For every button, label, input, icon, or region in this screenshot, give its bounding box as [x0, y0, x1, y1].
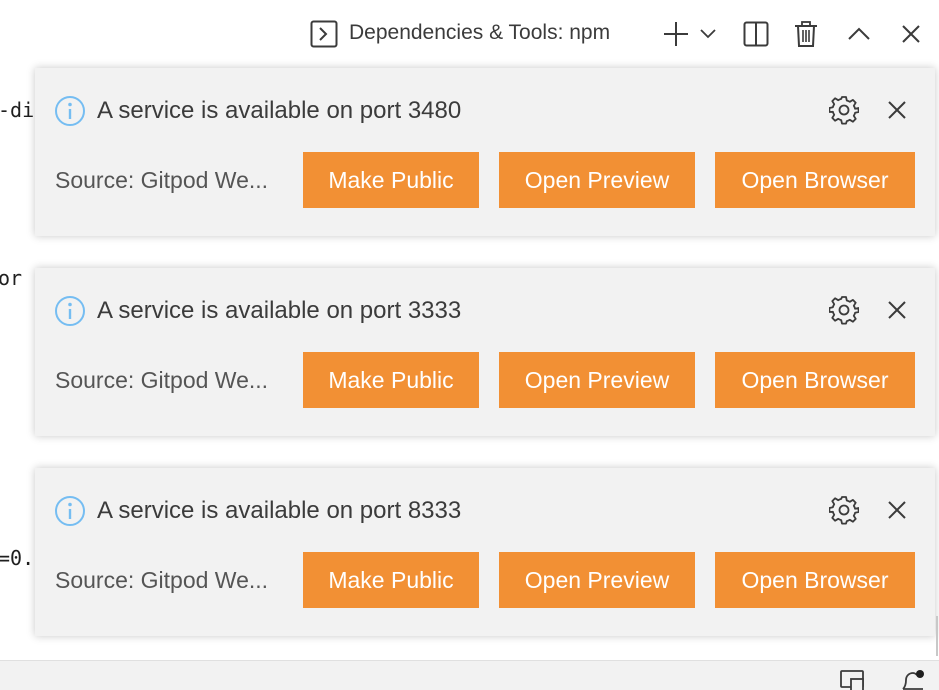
gear-icon[interactable] [827, 93, 861, 127]
close-notification-icon[interactable] [880, 293, 914, 327]
info-icon [54, 495, 86, 527]
open-preview-button[interactable]: Open Preview [499, 152, 695, 208]
split-icon[interactable] [740, 18, 772, 50]
make-public-button[interactable]: Make Public [303, 152, 479, 208]
plus-icon[interactable] [660, 18, 692, 50]
scrollbar[interactable] [936, 616, 938, 656]
notification-toast: A service is available on port 8333 Sour… [35, 468, 935, 636]
notification-message: A service is available on port 8333 [97, 497, 462, 524]
notification-message: A service is available on port 3480 [97, 97, 462, 124]
open-preview-button[interactable]: Open Preview [499, 552, 695, 608]
terminal-text-line: or [0, 266, 23, 290]
open-browser-button[interactable]: Open Browser [715, 552, 915, 608]
notification-source: Source: Gitpod We... [55, 167, 269, 193]
notification-message: A service is available on port 3333 [97, 297, 462, 324]
close-notification-icon[interactable] [880, 93, 914, 127]
notification-toast: A service is available on port 3480 Sour… [35, 68, 935, 236]
page: Dependencies & Tools: npm -di or =0.(A … [0, 0, 939, 690]
open-preview-button[interactable]: Open Preview [499, 352, 695, 408]
remote-explorer-icon[interactable] [839, 669, 867, 690]
notification-source: Source: Gitpod We... [55, 567, 269, 593]
status-bar [0, 660, 939, 690]
make-public-button[interactable]: Make Public [303, 352, 479, 408]
terminal-icon [310, 20, 338, 48]
notification-source: Source: Gitpod We... [55, 367, 269, 393]
open-browser-button[interactable]: Open Browser [715, 352, 915, 408]
chevron-up-icon[interactable] [843, 18, 875, 50]
open-browser-button[interactable]: Open Browser [715, 152, 915, 208]
terminal-text-line: -di [0, 98, 35, 122]
gear-icon[interactable] [827, 493, 861, 527]
gear-icon[interactable] [827, 293, 861, 327]
trash-icon[interactable] [790, 18, 822, 50]
notification-toast: A service is available on port 3333 Sour… [35, 268, 935, 436]
notification-bell-icon[interactable] [899, 669, 927, 690]
info-icon [54, 295, 86, 327]
info-icon [54, 95, 86, 127]
terminal-title[interactable]: Dependencies & Tools: npm [349, 19, 610, 47]
make-public-button[interactable]: Make Public [303, 552, 479, 608]
terminal-toolbar: Dependencies & Tools: npm [0, 0, 939, 66]
close-icon[interactable] [895, 18, 927, 50]
close-notification-icon[interactable] [880, 493, 914, 527]
chevron-down-icon[interactable] [694, 18, 722, 50]
